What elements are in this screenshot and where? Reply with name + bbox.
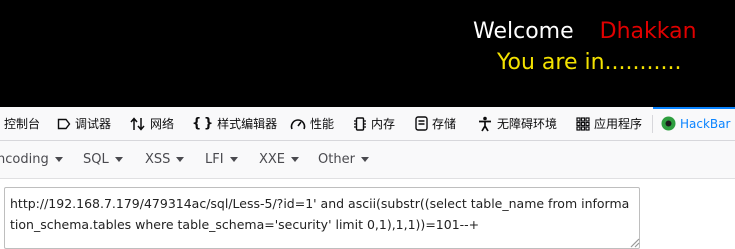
menu-other[interactable]: Other	[318, 152, 369, 167]
hackbar-menu: ncoding SQL XSS LFI XXE Other	[0, 141, 735, 179]
tab-accessibility[interactable]: 无障碍环境	[477, 107, 557, 140]
menu-lfi-label: LFI	[205, 152, 224, 167]
menu-lfi[interactable]: LFI	[205, 152, 238, 167]
welcome-message: Welcome Dhakkan	[473, 17, 697, 47]
gauge-icon	[290, 117, 306, 131]
tab-hackbar-label: HackBar	[680, 116, 731, 131]
tab-memory[interactable]: 内存	[353, 107, 395, 140]
memory-chip-icon	[353, 116, 367, 132]
tab-performance[interactable]: 性能	[290, 107, 334, 140]
chevron-down-icon	[54, 157, 63, 162]
tab-style-editor-label: 样式编辑器	[217, 117, 278, 131]
braces-icon: { }	[192, 116, 214, 131]
menu-xss[interactable]: XSS	[145, 152, 185, 167]
tab-performance-label: 性能	[310, 117, 335, 131]
page-content: Welcome Dhakkan You are in...........	[0, 0, 735, 107]
debugger-icon	[57, 118, 71, 130]
network-arrows-icon	[130, 116, 146, 131]
menu-other-label: Other	[318, 152, 355, 167]
tab-application[interactable]: 应用程序	[576, 107, 642, 140]
hackbar-logo-icon	[661, 116, 676, 131]
menu-sql-label: SQL	[83, 152, 109, 167]
storage-icon	[415, 116, 428, 131]
tab-divider	[652, 115, 653, 133]
chevron-down-icon	[360, 157, 369, 162]
accessibility-icon	[477, 116, 493, 132]
tab-network[interactable]: 网络	[130, 107, 174, 140]
menu-encoding[interactable]: ncoding	[0, 152, 63, 167]
hackbar-editor: http://192.168.7.179/479314ac/sql/Less-5…	[0, 179, 735, 249]
user-name: Dhakkan	[599, 19, 697, 44]
tab-style-editor[interactable]: { } 样式编辑器	[192, 107, 277, 140]
resize-grip-icon[interactable]	[628, 236, 640, 248]
tab-console-label: 控制台	[4, 117, 41, 131]
tab-application-label: 应用程序	[594, 117, 643, 131]
welcome-label: Welcome	[473, 19, 574, 44]
chevron-down-icon	[114, 157, 123, 162]
app-grid-icon	[576, 116, 590, 131]
chevron-down-icon	[176, 157, 185, 162]
tab-accessibility-label: 无障碍环境	[497, 117, 558, 131]
tab-console[interactable]: 控制台	[4, 107, 40, 140]
tab-debugger-label: 调试器	[75, 117, 112, 131]
chevron-down-icon	[229, 157, 238, 162]
tab-storage-label: 存储	[432, 117, 457, 131]
tab-storage[interactable]: 存储	[415, 107, 456, 140]
chevron-down-icon	[291, 157, 300, 162]
menu-xxe-label: XXE	[259, 152, 286, 167]
tab-debugger[interactable]: 调试器	[57, 107, 111, 140]
tab-memory-label: 内存	[371, 117, 396, 131]
login-status: You are in...........	[497, 50, 682, 75]
menu-xxe[interactable]: XXE	[259, 152, 300, 167]
url-input[interactable]: http://192.168.7.179/479314ac/sql/Less-5…	[4, 187, 640, 249]
menu-encoding-label: ncoding	[0, 152, 49, 167]
devtools-toolbar: 控制台 调试器 网络 { } 样式编辑器 性能 内存 存储 无障碍环境 应用程序…	[0, 107, 735, 141]
menu-sql[interactable]: SQL	[83, 152, 123, 167]
tab-hackbar[interactable]: HackBar	[652, 107, 735, 140]
menu-xss-label: XSS	[145, 152, 171, 167]
tab-network-label: 网络	[150, 117, 175, 131]
